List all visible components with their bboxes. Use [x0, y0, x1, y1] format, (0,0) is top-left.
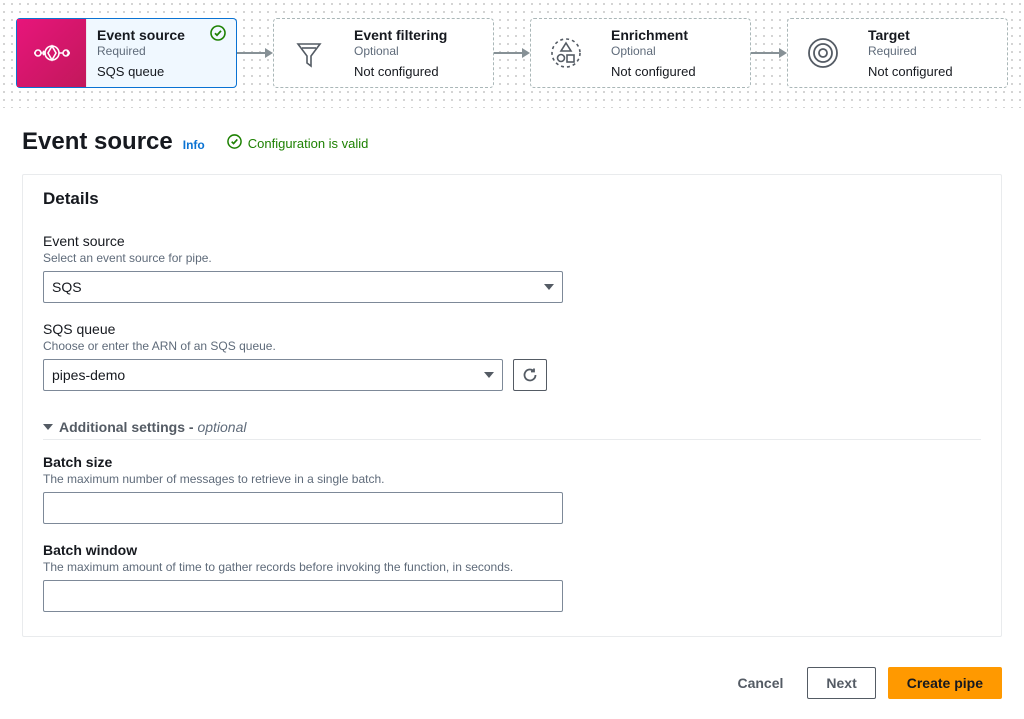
chevron-down-icon	[484, 372, 494, 378]
field-help: Select an event source for pipe.	[43, 251, 981, 265]
event-source-icon	[17, 19, 87, 87]
main-content: Event source Info Configuration is valid…	[0, 108, 1024, 647]
shapes-icon	[531, 19, 601, 87]
stage-title: Event filtering	[354, 27, 483, 43]
stage-sub: Required	[97, 44, 226, 58]
stage-sub: Optional	[354, 44, 483, 58]
pipeline-row: Event source Required SQS queue	[16, 18, 1008, 88]
stage-detail: Not configured	[868, 64, 997, 79]
stage-title: Event source	[97, 27, 226, 43]
field-label: Batch window	[43, 542, 981, 558]
target-icon	[788, 19, 858, 87]
chevron-down-icon	[43, 424, 53, 430]
field-help: Choose or enter the ARN of an SQS queue.	[43, 339, 981, 353]
field-help: The maximum amount of time to gather rec…	[43, 560, 981, 574]
configuration-valid-indicator: Configuration is valid	[227, 134, 369, 152]
sqs-queue-select[interactable]: pipes-demo	[43, 359, 503, 391]
batch-window-input[interactable]	[43, 580, 563, 612]
additional-settings-title: Additional settings - optional	[59, 419, 247, 435]
chevron-down-icon	[544, 284, 554, 290]
stage-title: Target	[868, 27, 997, 43]
stage-event-filtering[interactable]: Event filtering Optional Not configured	[273, 18, 494, 88]
field-batch-size: Batch size The maximum number of message…	[43, 454, 981, 524]
footer: Cancel Next Create pipe	[0, 647, 1024, 719]
field-label: Event source	[43, 233, 981, 249]
page-title: Event source	[22, 128, 173, 156]
select-value: SQS	[52, 279, 82, 295]
field-event-source: Event source Select an event source for …	[43, 233, 981, 303]
valid-text: Configuration is valid	[248, 136, 369, 151]
stage-target[interactable]: Target Required Not configured	[787, 18, 1008, 88]
check-circle-icon	[227, 134, 242, 152]
cancel-button[interactable]: Cancel	[725, 669, 795, 697]
event-source-select[interactable]: SQS	[43, 271, 563, 303]
next-button[interactable]: Next	[807, 667, 875, 699]
page-header: Event source Info Configuration is valid	[22, 128, 1002, 156]
arrow-icon	[751, 47, 787, 59]
check-circle-icon	[210, 25, 226, 44]
stage-sub: Required	[868, 44, 997, 58]
field-label: Batch size	[43, 454, 981, 470]
field-sqs-queue: SQS queue Choose or enter the ARN of an …	[43, 321, 981, 391]
select-value: pipes-demo	[52, 367, 125, 383]
details-card: Details Event source Select an event sou…	[22, 174, 1002, 637]
refresh-icon	[522, 367, 538, 383]
arrow-icon	[494, 47, 530, 59]
details-header: Details	[23, 175, 1001, 223]
stage-event-source[interactable]: Event source Required SQS queue	[16, 18, 237, 88]
field-batch-window: Batch window The maximum amount of time …	[43, 542, 981, 612]
additional-settings-toggle[interactable]: Additional settings - optional	[43, 409, 981, 440]
stage-detail: Not configured	[611, 64, 740, 79]
arrow-icon	[237, 47, 273, 59]
info-link[interactable]: Info	[183, 138, 205, 152]
field-help: The maximum number of messages to retrie…	[43, 472, 981, 486]
pipeline-panel: Event source Required SQS queue	[0, 0, 1024, 108]
stage-title: Enrichment	[611, 27, 740, 43]
batch-size-input[interactable]	[43, 492, 563, 524]
refresh-button[interactable]	[513, 359, 547, 391]
stage-detail: SQS queue	[97, 64, 226, 79]
filter-icon	[274, 19, 344, 87]
stage-enrichment[interactable]: Enrichment Optional Not configured	[530, 18, 751, 88]
create-pipe-button[interactable]: Create pipe	[888, 667, 1002, 699]
field-label: SQS queue	[43, 321, 981, 337]
stage-detail: Not configured	[354, 64, 483, 79]
stage-sub: Optional	[611, 44, 740, 58]
